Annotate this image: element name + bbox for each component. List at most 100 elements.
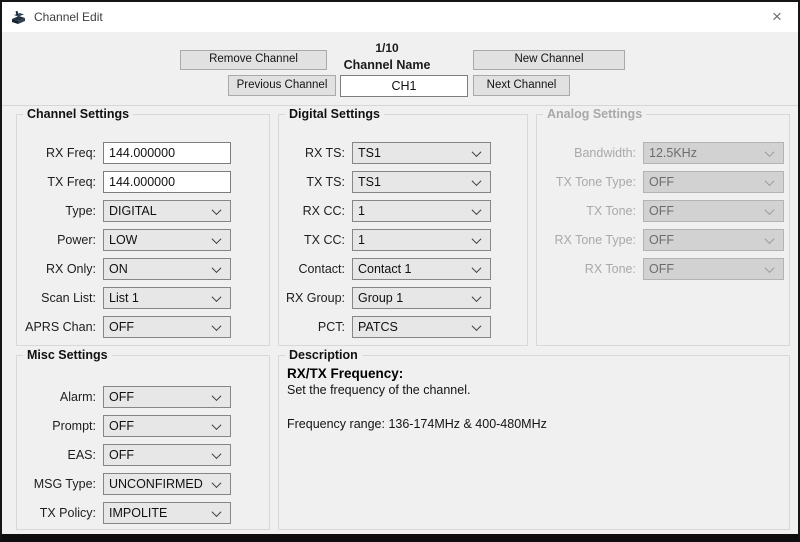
channel-settings-group: Channel Settings RX Freq:TX Freq:Type:DI… bbox=[16, 114, 270, 346]
description-line-2: Frequency range: 136-174MHz & 400-480MHz bbox=[287, 417, 779, 431]
contact-label: Contact: bbox=[298, 262, 352, 276]
chevron-down-icon bbox=[212, 507, 222, 517]
chevron-down-icon bbox=[212, 449, 222, 459]
window-title: Channel Edit bbox=[34, 10, 103, 24]
pct-row: PCT:PATCS bbox=[279, 316, 491, 338]
channel-settings-title: Channel Settings bbox=[23, 107, 133, 121]
rx-cc-select[interactable]: 1 bbox=[352, 200, 491, 222]
chevron-down-icon bbox=[212, 391, 222, 401]
eas-row: EAS:OFF bbox=[17, 444, 231, 466]
chevron-down-icon bbox=[212, 321, 222, 331]
rx-only-value: ON bbox=[104, 262, 128, 276]
chevron-down-icon bbox=[765, 147, 775, 157]
type-select[interactable]: DIGITAL bbox=[103, 200, 231, 222]
tx-ts-select[interactable]: TS1 bbox=[352, 171, 491, 193]
next-channel-button[interactable]: Next Channel bbox=[473, 75, 570, 96]
prompt-value: OFF bbox=[104, 419, 134, 433]
rx-group-value: Group 1 bbox=[353, 291, 403, 305]
misc-settings-title: Misc Settings bbox=[23, 348, 112, 362]
tx-ts-value: TS1 bbox=[353, 175, 381, 189]
misc-settings-group: Misc Settings Alarm:OFFPrompt:OFFEAS:OFF… bbox=[16, 355, 270, 530]
rx-only-label: RX Only: bbox=[46, 262, 103, 276]
rx-tone-type-label: RX Tone Type: bbox=[554, 233, 643, 247]
rx-only-select[interactable]: ON bbox=[103, 258, 231, 280]
tx-policy-select[interactable]: IMPOLITE bbox=[103, 502, 231, 524]
channel-edit-window: Channel Edit × Remove Channel Previous C… bbox=[0, 0, 800, 542]
chevron-down-icon bbox=[472, 263, 482, 273]
new-channel-button[interactable]: New Channel bbox=[473, 50, 625, 70]
digital-settings-title: Digital Settings bbox=[285, 107, 384, 121]
power-select[interactable]: LOW bbox=[103, 229, 231, 251]
chevron-down-icon bbox=[765, 205, 775, 215]
tx-tone-type-select: OFF bbox=[643, 171, 784, 193]
tx-policy-value: IMPOLITE bbox=[104, 506, 167, 520]
tx-tone-type-value: OFF bbox=[644, 175, 674, 189]
bandwidth-row: Bandwidth:12.5KHz bbox=[537, 142, 784, 164]
chevron-down-icon bbox=[212, 420, 222, 430]
rx-ts-select[interactable]: TS1 bbox=[352, 142, 491, 164]
tx-tone-row: TX Tone:OFF bbox=[537, 200, 784, 222]
tx-policy-row: TX Policy:IMPOLITE bbox=[17, 502, 231, 524]
pct-label: PCT: bbox=[318, 320, 352, 334]
rx-cc-row: RX CC:1 bbox=[279, 200, 491, 222]
chevron-down-icon bbox=[212, 292, 222, 302]
rx-tone-select: OFF bbox=[643, 258, 784, 280]
type-row: Type:DIGITAL bbox=[17, 200, 231, 222]
digital-settings-group: Digital Settings RX TS:TS1TX TS:TS1RX CC… bbox=[278, 114, 528, 346]
msg-type-select[interactable]: UNCONFIRMED bbox=[103, 473, 231, 495]
rx-group-select[interactable]: Group 1 bbox=[352, 287, 491, 309]
power-label: Power: bbox=[57, 233, 103, 247]
contact-select[interactable]: Contact 1 bbox=[352, 258, 491, 280]
scan-list-select[interactable]: List 1 bbox=[103, 287, 231, 309]
pct-select[interactable]: PATCS bbox=[352, 316, 491, 338]
tx-cc-label: TX CC: bbox=[304, 233, 352, 247]
tx-policy-label: TX Policy: bbox=[40, 506, 103, 520]
aprs-chan-select[interactable]: OFF bbox=[103, 316, 231, 338]
previous-channel-button[interactable]: Previous Channel bbox=[228, 75, 336, 96]
description-title: Description bbox=[285, 348, 362, 362]
rx-ts-value: TS1 bbox=[353, 146, 381, 160]
bandwidth-select: 12.5KHz bbox=[643, 142, 784, 164]
tx-ts-row: TX TS:TS1 bbox=[279, 171, 491, 193]
prompt-select[interactable]: OFF bbox=[103, 415, 231, 437]
alarm-select[interactable]: OFF bbox=[103, 386, 231, 408]
alarm-row: Alarm:OFF bbox=[17, 386, 231, 408]
chevron-down-icon bbox=[765, 176, 775, 186]
description-group: Description RX/TX Frequency: Set the fre… bbox=[278, 355, 790, 530]
tx-freq-input[interactable] bbox=[103, 171, 231, 193]
prompt-label: Prompt: bbox=[52, 419, 103, 433]
channel-name-input[interactable] bbox=[340, 75, 468, 97]
rx-tone-value: OFF bbox=[644, 262, 674, 276]
alarm-label: Alarm: bbox=[60, 390, 103, 404]
tx-freq-row: TX Freq: bbox=[17, 171, 231, 193]
scan-list-value: List 1 bbox=[104, 291, 139, 305]
aprs-chan-value: OFF bbox=[104, 320, 134, 334]
chevron-down-icon bbox=[472, 147, 482, 157]
chevron-down-icon bbox=[212, 234, 222, 244]
msg-type-row: MSG Type:UNCONFIRMED bbox=[17, 473, 231, 495]
rx-ts-row: RX TS:TS1 bbox=[279, 142, 491, 164]
rx-cc-label: RX CC: bbox=[303, 204, 352, 218]
channel-name-label: Channel Name bbox=[302, 58, 472, 72]
alarm-value: OFF bbox=[104, 390, 134, 404]
rx-tone-type-value: OFF bbox=[644, 233, 674, 247]
header-panel: Remove Channel Previous Channel 1/10 Cha… bbox=[2, 32, 798, 106]
chevron-down-icon bbox=[472, 292, 482, 302]
tx-cc-select[interactable]: 1 bbox=[352, 229, 491, 251]
eas-select[interactable]: OFF bbox=[103, 444, 231, 466]
eas-label: EAS: bbox=[68, 448, 104, 462]
msg-type-value: UNCONFIRMED bbox=[104, 477, 203, 491]
chevron-down-icon bbox=[212, 263, 222, 273]
tx-tone-type-label: TX Tone Type: bbox=[556, 175, 643, 189]
analog-settings-title: Analog Settings bbox=[543, 107, 646, 121]
tx-tone-label: TX Tone: bbox=[586, 204, 643, 218]
rx-freq-input[interactable] bbox=[103, 142, 231, 164]
digital-settings-fields: RX TS:TS1TX TS:TS1RX CC:1TX CC:1Contact:… bbox=[279, 115, 527, 338]
rx-tone-label: RX Tone: bbox=[585, 262, 643, 276]
prompt-row: Prompt:OFF bbox=[17, 415, 231, 437]
bandwidth-label: Bandwidth: bbox=[574, 146, 643, 160]
tx-ts-label: TX TS: bbox=[306, 175, 352, 189]
chevron-down-icon bbox=[472, 234, 482, 244]
close-icon[interactable]: × bbox=[760, 2, 794, 31]
misc-settings-fields: Alarm:OFFPrompt:OFFEAS:OFFMSG Type:UNCON… bbox=[17, 356, 269, 524]
